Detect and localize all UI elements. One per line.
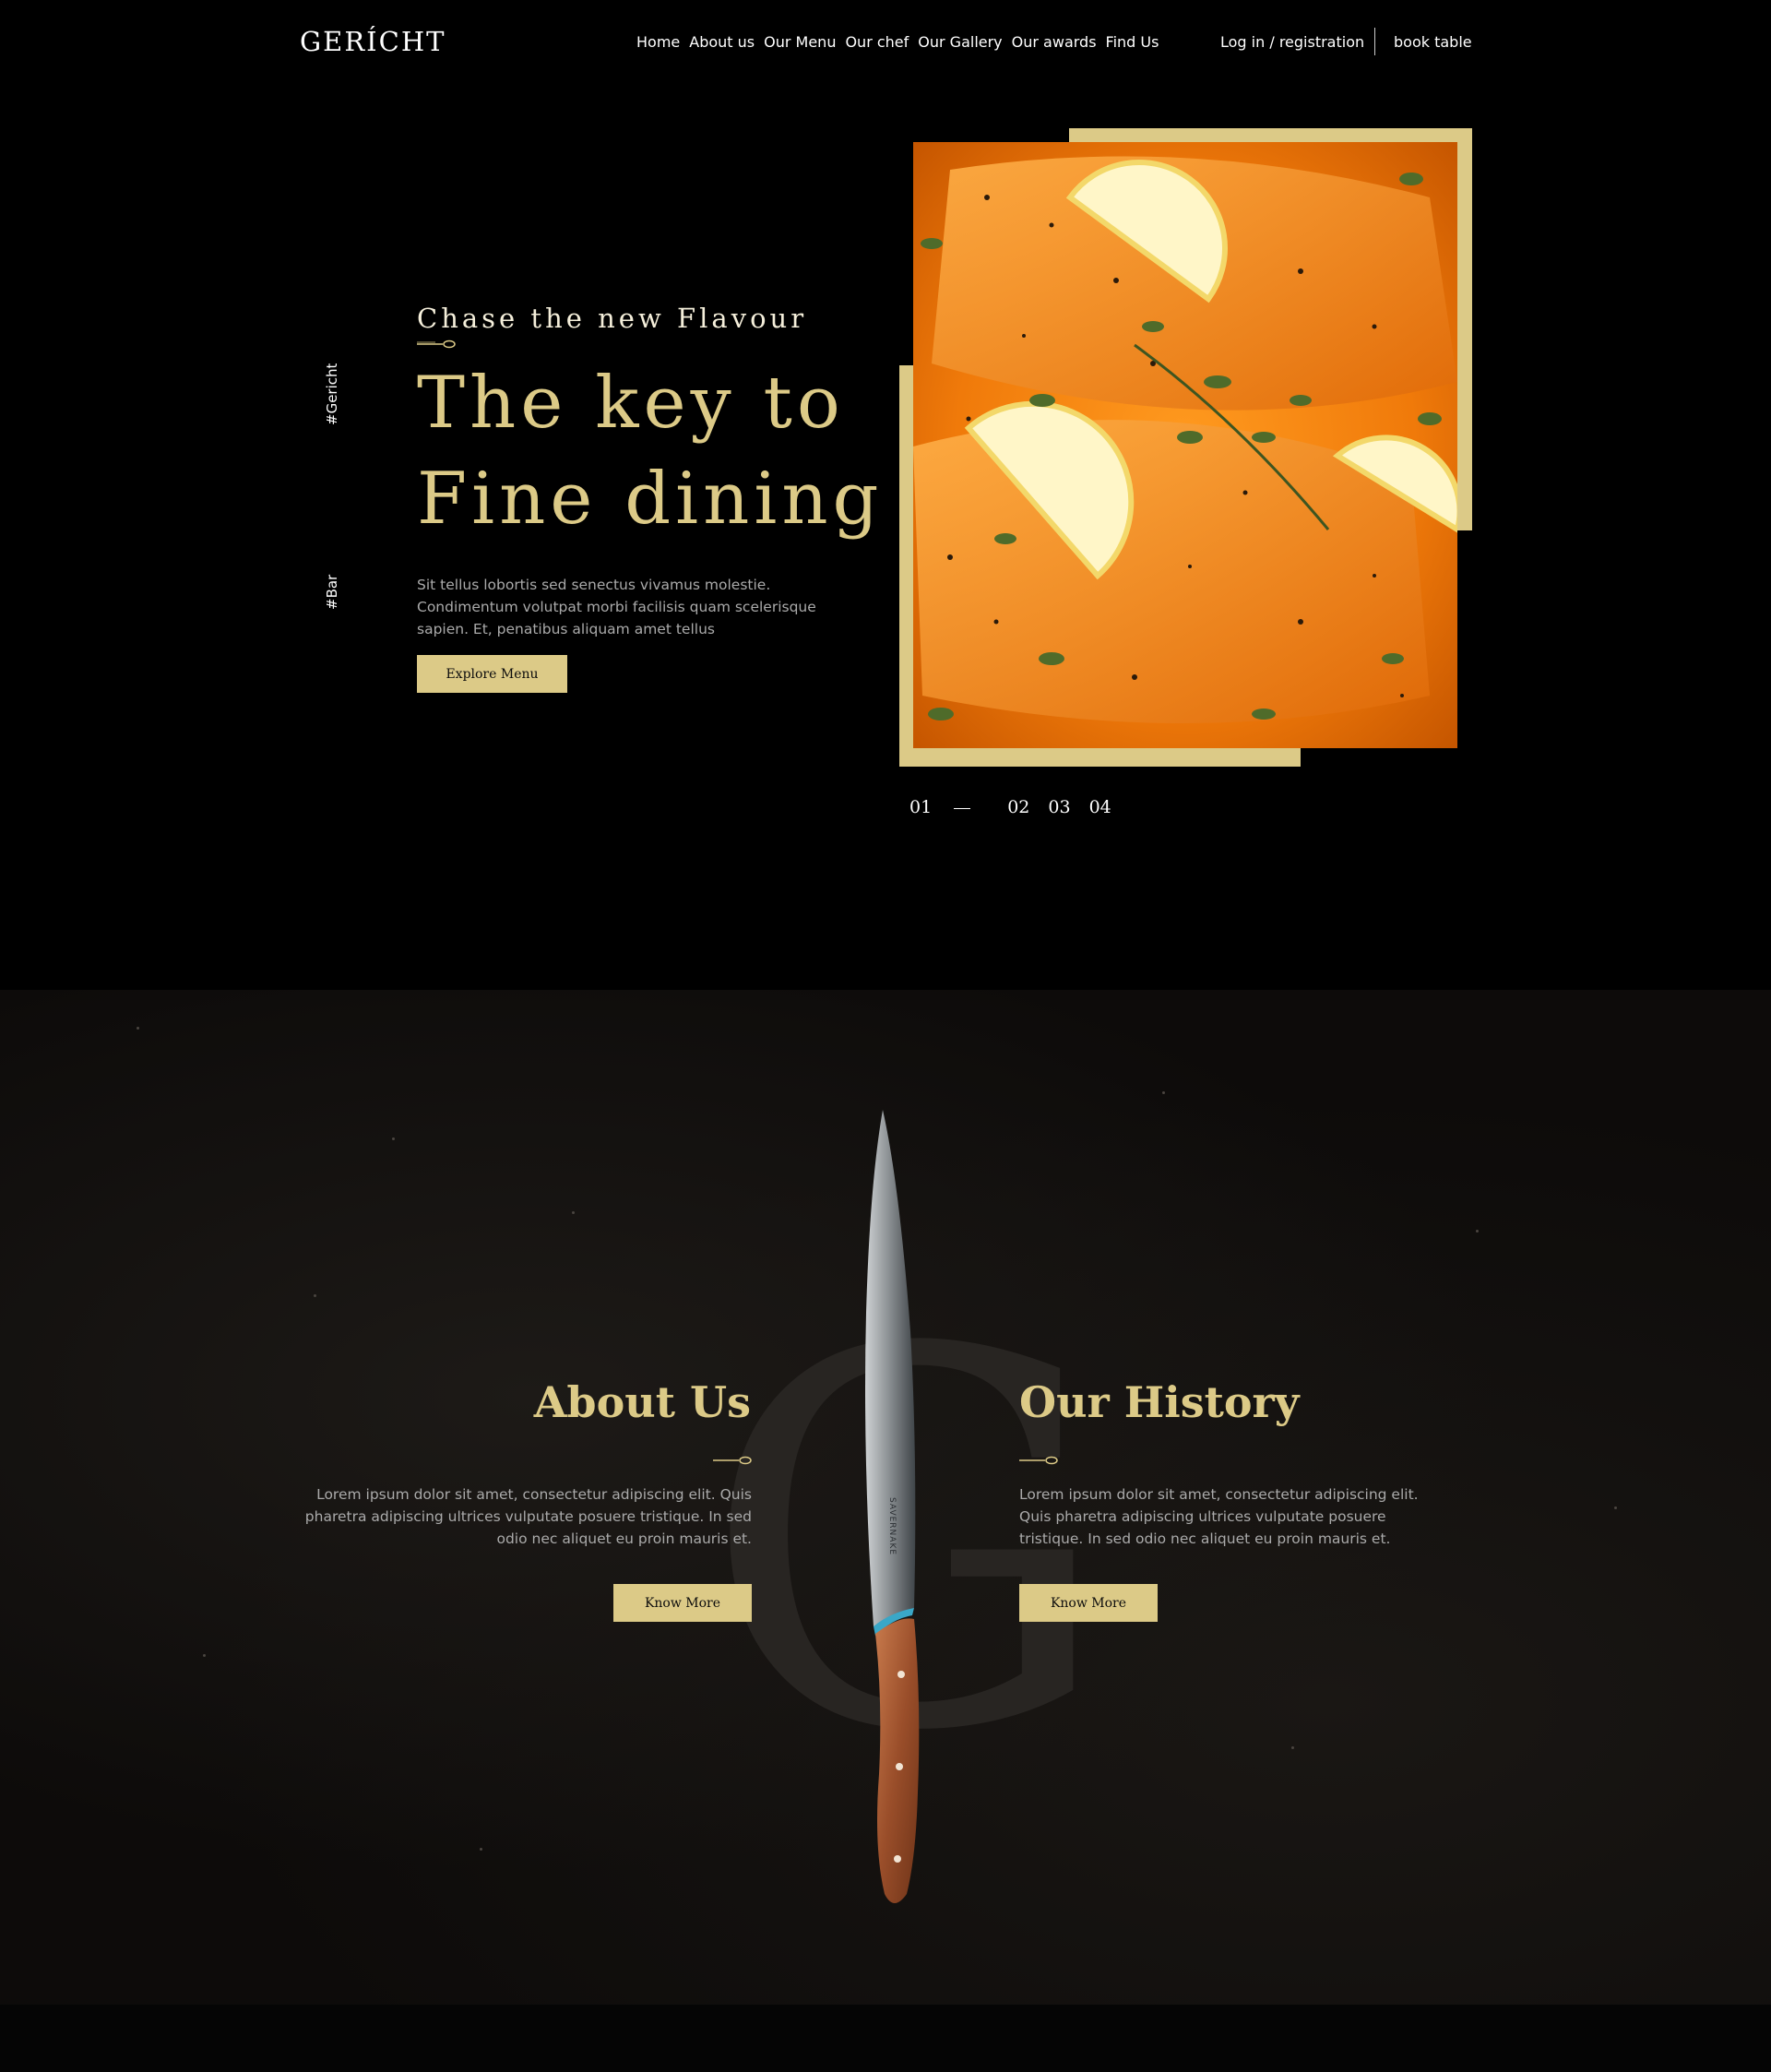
about-us-text: Lorem ipsum dolor sit amet, consectetur …	[304, 1486, 752, 1547]
about-us-title: About Us	[533, 1377, 751, 1427]
texture-speck	[392, 1137, 395, 1140]
hero-title: The key to Fine dining	[417, 355, 933, 547]
login-link[interactable]: Log in / registration	[1220, 33, 1364, 51]
spoon-icon	[417, 339, 456, 349]
hero-description: Sit tellus lobortis sed senectus vivamus…	[417, 577, 816, 637]
slide-indicator-3[interactable]: 03	[1048, 797, 1070, 817]
nav-link-find-us[interactable]: Find Us	[1106, 33, 1159, 51]
active-slide-line	[954, 807, 971, 809]
nav-links: Home About us Our Menu Our chef Our Gall…	[636, 33, 1159, 51]
nav-link-home[interactable]: Home	[636, 33, 680, 51]
spoon-icon	[1019, 1456, 1058, 1465]
our-history-text: Lorem ipsum dolor sit amet, consectetur …	[1019, 1486, 1419, 1547]
knife-illustration: SAVERNAKE	[865, 1110, 920, 1903]
side-tag-bar: #Bar	[324, 574, 340, 610]
slider-pagination: 01 02 03 04	[909, 797, 1130, 817]
slide-indicator-4[interactable]: 04	[1089, 797, 1111, 817]
nav-link-awards[interactable]: Our awards	[1012, 33, 1097, 51]
nav-divider	[1374, 28, 1375, 55]
knife-brand: SAVERNAKE	[887, 1497, 897, 1555]
texture-speck	[1476, 1230, 1479, 1232]
texture-speck	[1614, 1506, 1617, 1509]
texture-speck	[1162, 1091, 1165, 1094]
navbar: GERÍCHT Home About us Our Menu Our chef …	[0, 0, 1771, 88]
hero-title-line-1: The key to	[417, 362, 845, 445]
texture-speck	[314, 1294, 316, 1297]
history-know-more-button[interactable]: Know More	[1019, 1584, 1158, 1622]
texture-speck	[480, 1848, 482, 1851]
slide-indicator-1[interactable]: 01	[909, 797, 989, 817]
explore-menu-button[interactable]: Explore Menu	[417, 655, 567, 693]
about-section: G SAVERNAKE About Us Lorem ipsum dolor s…	[0, 990, 1771, 2005]
texture-speck	[137, 1027, 139, 1030]
food-photo	[913, 142, 1457, 748]
about-know-more-button[interactable]: Know More	[613, 1584, 752, 1622]
book-table-link[interactable]: book table	[1394, 33, 1472, 51]
texture-speck	[1291, 1746, 1294, 1749]
nav-link-menu[interactable]: Our Menu	[764, 33, 836, 51]
hero-title-line-2: Fine dining	[417, 458, 884, 541]
our-history-title: Our History	[1019, 1377, 1300, 1427]
spoon-icon	[713, 1456, 752, 1465]
texture-speck	[572, 1211, 575, 1214]
slide-indicator-2[interactable]: 02	[1007, 797, 1029, 817]
texture-speck	[203, 1654, 206, 1657]
nav-link-chef[interactable]: Our chef	[845, 33, 909, 51]
hero-subtitle: Chase the new Flavour	[417, 303, 808, 334]
logo[interactable]: GERÍCHT	[300, 26, 446, 57]
next-section-strip	[0, 2005, 1771, 2072]
nav-link-gallery[interactable]: Our Gallery	[918, 33, 1002, 51]
side-tag-gericht: #Gericht	[324, 363, 340, 425]
nav-link-about[interactable]: About us	[689, 33, 755, 51]
